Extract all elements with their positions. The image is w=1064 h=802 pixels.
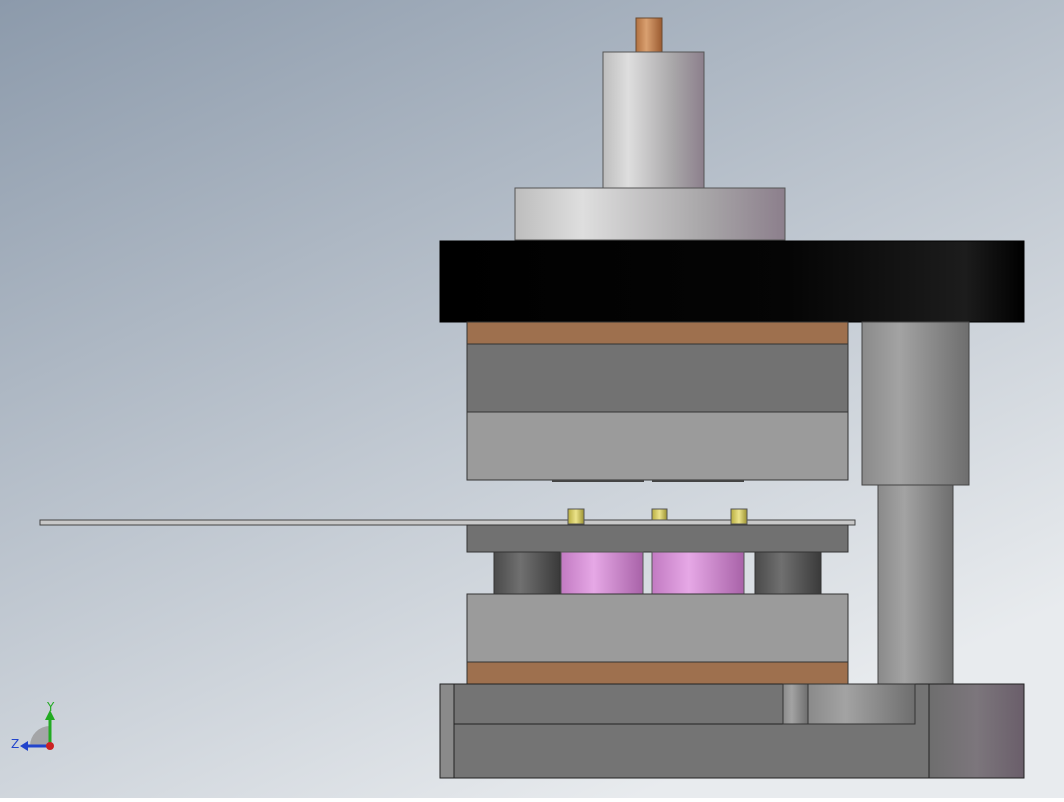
punch-holder-plate [466, 343, 849, 413]
punch-tip [635, 17, 663, 53]
shank-cylinder [602, 51, 705, 189]
guide-post-collar [807, 683, 916, 725]
rubber-left [493, 551, 561, 595]
guide-bushing [861, 321, 970, 486]
die-plate [466, 524, 849, 553]
triad-z-label: Z [11, 737, 19, 751]
stripper-shim-right [652, 480, 744, 482]
stripper-plate [466, 411, 849, 481]
rubber-right [754, 551, 822, 595]
lower-right-block [928, 683, 1025, 779]
lower-backing-plate [466, 661, 849, 685]
guide-post-base [782, 683, 809, 725]
cad-viewport[interactable]: Y Z [0, 0, 1064, 798]
pilot-pin-3 [730, 508, 748, 525]
spring-right [651, 551, 745, 595]
pilot-pin-2 [651, 508, 668, 521]
upper-backing-plate [466, 321, 849, 345]
upper-die-set-plate [439, 240, 1025, 323]
spring-left [560, 551, 644, 595]
stripper-shim-left [552, 480, 644, 482]
shank-flange [514, 187, 786, 241]
lower-die-holder [466, 593, 849, 663]
die-assembly-view[interactable]: Y Z [0, 0, 1064, 798]
lower-die-shoe-left-edge [439, 683, 455, 779]
triad-y-label: Y [46, 700, 55, 714]
pilot-pin-1 [567, 508, 585, 525]
guide-post [877, 484, 954, 685]
x-axis-dot [46, 742, 54, 750]
